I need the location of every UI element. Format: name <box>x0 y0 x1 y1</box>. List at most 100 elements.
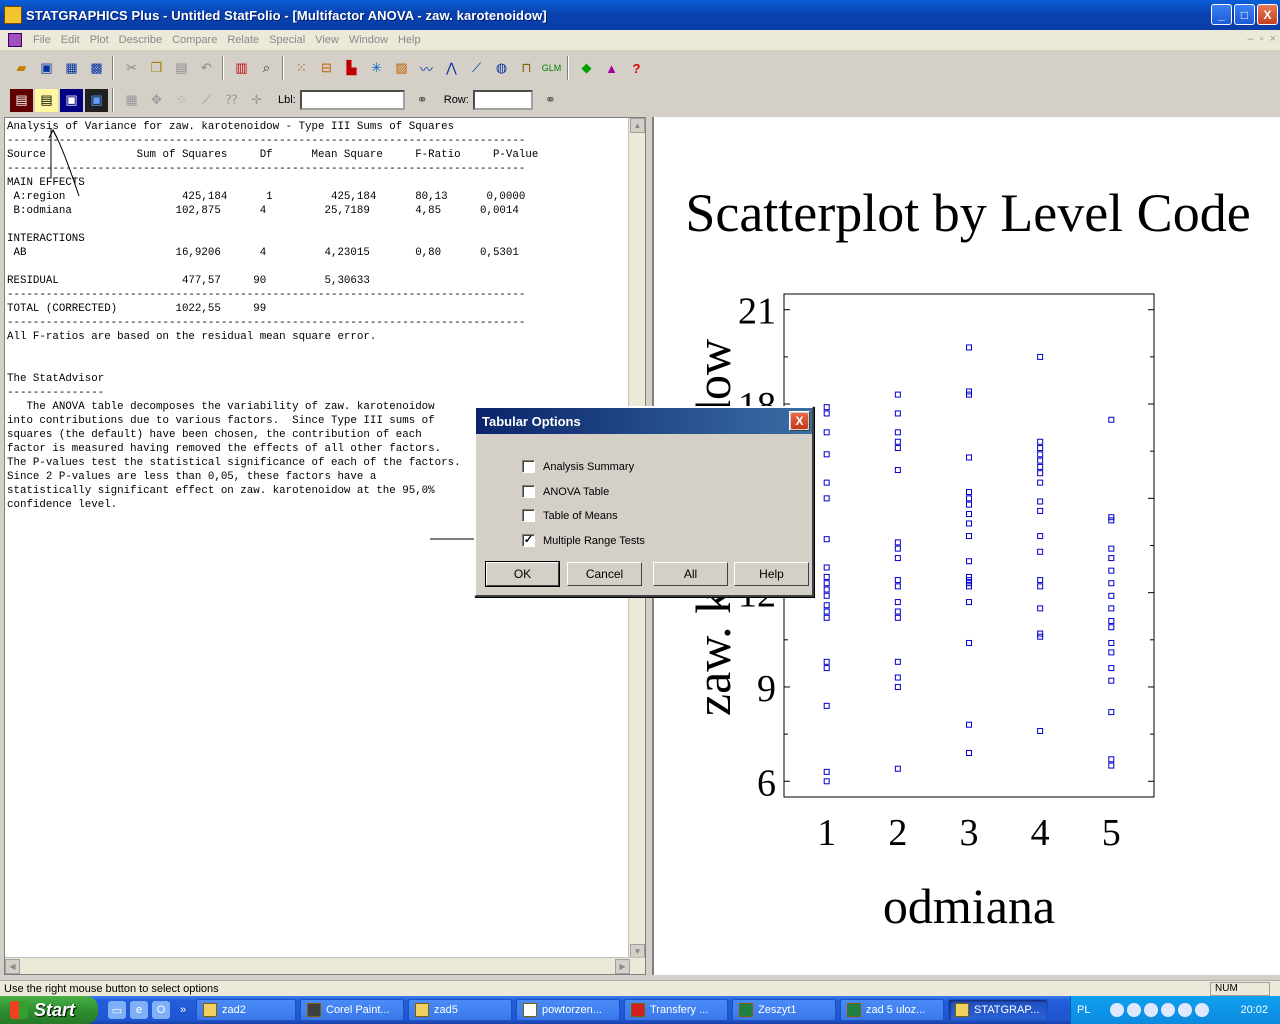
task-label: Corel Paint... <box>326 1004 390 1016</box>
advisor-icon[interactable]: ◆ <box>575 57 598 80</box>
close-button[interactable]: X <box>1257 4 1278 25</box>
find-row-icon[interactable]: ⚭ <box>539 89 562 112</box>
regression-icon[interactable]: ⟋ <box>465 57 488 80</box>
identify-icon[interactable]: ⁇ <box>220 89 243 112</box>
pane-options-icon[interactable]: ▦ <box>120 89 143 112</box>
minimize-button[interactable]: _ <box>1211 4 1232 25</box>
text-horizontal-scrollbar[interactable]: ◀ ▶ <box>5 957 645 974</box>
menu-plot[interactable]: Plot <box>85 34 114 46</box>
option-table-of-means[interactable]: Table of Means <box>522 509 618 522</box>
print-preview-icon[interactable]: ⌕ <box>255 57 278 80</box>
start-button[interactable]: Start <box>0 996 98 1024</box>
language-indicator[interactable]: PL <box>1077 1004 1090 1016</box>
tabular-options-icon[interactable]: ▤ <box>35 88 58 112</box>
dialog-title-bar[interactable]: Tabular Options X <box>476 408 812 434</box>
save-data-icon[interactable]: ▩ <box>85 57 108 80</box>
scroll-right-icon[interactable]: ▶ <box>615 959 630 974</box>
antivirus-icon[interactable] <box>1144 1003 1159 1017</box>
update-icon[interactable] <box>1195 1003 1210 1017</box>
grid-plot-icon[interactable]: ▨ <box>390 57 413 80</box>
move-icon[interactable]: ✥ <box>145 89 168 112</box>
menu-window[interactable]: Window <box>344 34 393 46</box>
mdi-restore-icon[interactable]: ▫ <box>1260 33 1264 45</box>
task-corel-paint[interactable]: Corel Paint... <box>300 999 404 1021</box>
boxplot-icon[interactable]: ⊟ <box>315 57 338 80</box>
task-zad2[interactable]: zad2 <box>196 999 296 1021</box>
save-results-icon[interactable]: ▣ <box>85 88 108 112</box>
undo-icon[interactable]: ↶ <box>195 57 218 80</box>
all-button[interactable]: All <box>653 562 728 586</box>
menu-compare[interactable]: Compare <box>167 34 222 46</box>
multiple-range-tests-checkbox[interactable]: ✓ <box>522 534 535 547</box>
print-icon[interactable]: ▥ <box>230 57 253 80</box>
input-dialog-icon[interactable]: ▤ <box>10 88 33 112</box>
network-icon[interactable] <box>1161 1003 1176 1017</box>
datasheet-icon[interactable]: ▦ <box>60 57 83 80</box>
menu-describe[interactable]: Describe <box>114 34 167 46</box>
task-statgraphics[interactable]: STATGRAP... <box>948 999 1048 1021</box>
title-bar[interactable]: STATGRAPHICS Plus - Untitled StatFolio -… <box>0 0 1280 30</box>
menu-special[interactable]: Special <box>264 34 310 46</box>
internet-explorer-icon[interactable]: e <box>130 1001 148 1019</box>
help-icon[interactable]: ? <box>625 57 648 80</box>
paste-icon[interactable]: ▤ <box>170 57 193 80</box>
tray-arrow-icon[interactable] <box>1110 1003 1125 1017</box>
structure-icon[interactable]: ⊓ <box>515 57 538 80</box>
task-transfery[interactable]: Transfery ... <box>624 999 728 1021</box>
data-point <box>1037 605 1044 612</box>
scroll-up-icon[interactable]: ▲ <box>630 118 645 133</box>
open-folder-icon[interactable]: ▰ <box>10 57 33 80</box>
menu-view[interactable]: View <box>310 34 344 46</box>
help-button[interactable]: Help <box>734 562 809 586</box>
row-input[interactable] <box>472 90 533 110</box>
mdi-minimize-icon[interactable]: – <box>1248 33 1254 45</box>
maximize-button[interactable]: □ <box>1234 4 1255 25</box>
analysis-summary-checkbox[interactable] <box>522 460 535 473</box>
menu-help[interactable]: Help <box>393 34 426 46</box>
opera-icon[interactable]: O <box>152 1001 170 1019</box>
data-point <box>966 639 972 646</box>
volume-icon[interactable] <box>1178 1003 1193 1017</box>
task-zad5-uloz[interactable]: zad 5 uloz... <box>840 999 944 1021</box>
task-zad5[interactable]: zad5 <box>408 999 512 1021</box>
distribution-icon[interactable]: ⋀ <box>440 57 463 80</box>
data-point <box>823 586 830 593</box>
save-icon[interactable]: ▣ <box>35 57 58 80</box>
matrix-plot-icon[interactable]: ✳ <box>365 57 388 80</box>
menu-file[interactable]: File <box>28 34 56 46</box>
cut-icon[interactable]: ✂ <box>120 57 143 80</box>
option-anova-table[interactable]: ANOVA Table <box>522 485 609 498</box>
copy-icon[interactable]: ❐ <box>145 57 168 80</box>
document-icon[interactable] <box>8 33 22 47</box>
option-multiple-range-tests[interactable]: ✓ Multiple Range Tests <box>522 534 645 547</box>
app-icon[interactable] <box>4 6 22 24</box>
mdi-close-icon[interactable]: × <box>1270 33 1276 45</box>
more-quicklaunch-icon[interactable]: » <box>174 1001 192 1019</box>
anova-table-checkbox[interactable] <box>522 485 535 498</box>
ok-button[interactable]: OK <box>485 561 560 587</box>
menu-edit[interactable]: Edit <box>56 34 85 46</box>
shield-icon[interactable] <box>1127 1003 1142 1017</box>
task-zeszyt1[interactable]: Zeszyt1 <box>732 999 836 1021</box>
smooth-icon[interactable]: ⟋ <box>195 89 218 112</box>
option-analysis-summary[interactable]: Analysis Summary <box>522 460 634 473</box>
globe-icon[interactable]: ◍ <box>490 57 513 80</box>
scroll-left-icon[interactable]: ◀ <box>5 959 20 974</box>
graphical-options-icon[interactable]: ▣ <box>60 88 83 112</box>
show-desktop-icon[interactable]: ▭ <box>108 1001 126 1019</box>
time-series-icon[interactable]: 〰 <box>415 57 438 80</box>
scatterplot-icon[interactable]: ⁙ <box>290 57 313 80</box>
task-powtorzen[interactable]: powtorzen... <box>516 999 620 1021</box>
cancel-button[interactable]: Cancel <box>567 562 642 586</box>
dialog-close-button[interactable]: X <box>789 411 810 431</box>
menu-relate[interactable]: Relate <box>222 34 264 46</box>
binoculars-icon[interactable]: ⚭ <box>411 89 434 112</box>
data-point <box>1037 353 1044 360</box>
glm-icon[interactable]: GLM <box>540 57 563 80</box>
table-of-means-checkbox[interactable] <box>522 509 535 522</box>
wizard-icon[interactable]: ▲ <box>600 57 623 80</box>
crosshair-icon[interactable]: ✛ <box>245 89 268 112</box>
brush-icon[interactable]: ⁘ <box>170 89 193 112</box>
lbl-input[interactable] <box>299 90 405 110</box>
histogram-icon[interactable]: ▙ <box>340 57 363 80</box>
